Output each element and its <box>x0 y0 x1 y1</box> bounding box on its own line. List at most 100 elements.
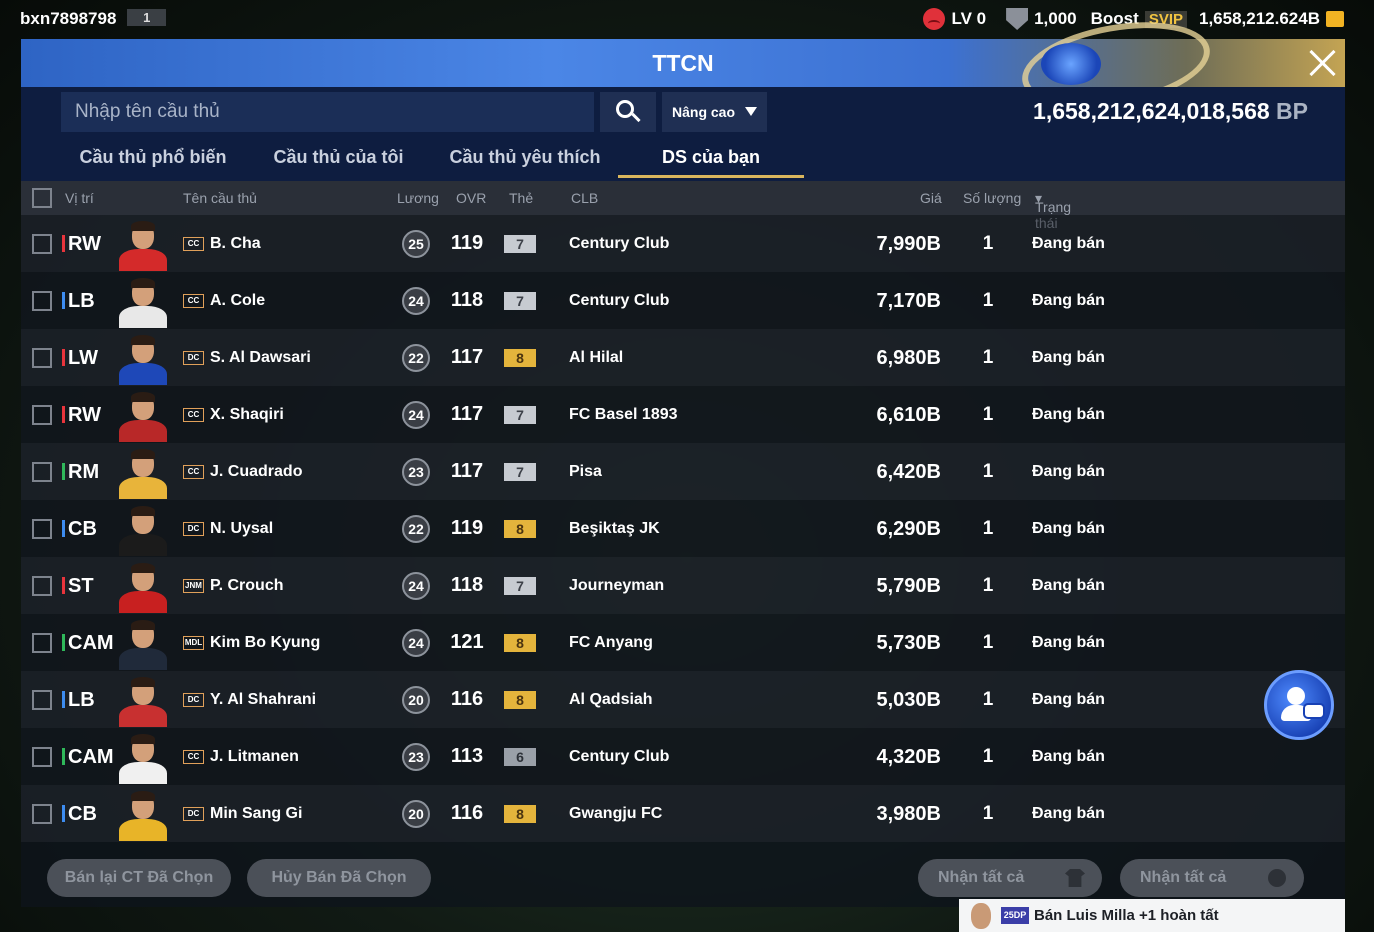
tab-favorite-players[interactable]: Cầu thủ yêu thích <box>441 147 609 168</box>
col-salary[interactable]: Lương <box>397 190 439 206</box>
player-photo[interactable] <box>117 675 169 727</box>
player-name[interactable]: P. Crouch <box>210 577 284 595</box>
player-photo[interactable] <box>117 447 169 499</box>
player-club: Al Qadsiah <box>569 691 653 708</box>
player-photo[interactable] <box>117 333 169 385</box>
chat-button[interactable] <box>1264 670 1334 740</box>
tab-popular-players[interactable]: Cầu thủ phổ biến <box>73 147 233 168</box>
table-row[interactable]: RW CC X. Shaqiri 24 117 7 FC Basel 1893 6,610B 1… <box>21 386 1345 443</box>
row-checkbox[interactable] <box>32 519 52 539</box>
salary-badge: 22 <box>402 344 430 372</box>
listing-quantity: 1 <box>982 632 994 653</box>
row-checkbox[interactable] <box>32 348 52 368</box>
player-name[interactable]: Y. Al Shahrani <box>210 691 316 709</box>
listing-price: 6,610B <box>876 404 942 426</box>
table-row[interactable]: CB DC N. Uysal 22 119 8 Beşiktaş JK 6,290B 1 Đang… <box>21 500 1345 557</box>
position-color-bar <box>62 520 65 537</box>
listing-quantity: 1 <box>982 461 994 482</box>
player-photo[interactable] <box>117 789 169 841</box>
row-checkbox[interactable] <box>32 747 52 767</box>
row-checkbox[interactable] <box>32 804 52 824</box>
window-title: TTCN <box>652 50 714 76</box>
tab-my-listings[interactable]: DS của bạn <box>618 147 804 168</box>
row-checkbox[interactable] <box>32 576 52 596</box>
player-photo[interactable] <box>117 276 169 328</box>
table-row[interactable]: CAM CC J. Litmanen 23 113 6 Century Club 4,320B… <box>21 728 1345 785</box>
row-checkbox[interactable] <box>32 234 52 254</box>
position-color-bar <box>62 748 65 765</box>
player-name[interactable]: S. Al Dawsari <box>210 349 311 367</box>
row-checkbox[interactable] <box>32 690 52 710</box>
row-checkbox[interactable] <box>32 405 52 425</box>
player-photo[interactable] <box>117 561 169 613</box>
player-name[interactable]: A. Cole <box>210 292 265 310</box>
table-row[interactable]: RW CC B. Cha 25 119 7 Century Club 7,990B 1 Đang … <box>21 215 1345 272</box>
player-hair <box>131 449 155 459</box>
player-ovr: 117 <box>450 346 484 368</box>
player-hair <box>131 335 155 345</box>
advanced-filter-dropdown[interactable]: Nâng cao <box>662 92 767 132</box>
salary-badge: 20 <box>402 686 430 714</box>
player-name[interactable]: B. Cha <box>210 235 261 253</box>
table-row[interactable]: CAM MDL Kim Bo Kyung 24 121 8 FC Anyang 5,730B 1… <box>21 614 1345 671</box>
resell-selected-button[interactable]: Bán lại CT Đã Chọn <box>47 859 231 897</box>
col-name[interactable]: Tên cầu thủ <box>183 190 257 206</box>
card-grade-badge: 7 <box>504 406 536 424</box>
season-icon: JNM <box>183 579 204 593</box>
col-status[interactable]: Trạng thái ▾ <box>1035 190 1071 231</box>
season-icon: DC <box>183 351 204 365</box>
row-checkbox[interactable] <box>32 633 52 653</box>
table-row[interactable]: LW DC S. Al Dawsari 22 117 8 Al Hilal 6,980B 1 Đa… <box>21 329 1345 386</box>
player-name[interactable]: X. Shaqiri <box>210 406 284 424</box>
player-name[interactable]: J. Litmanen <box>210 748 299 766</box>
col-position[interactable]: Vị trí <box>65 190 94 206</box>
player-kit <box>119 534 167 556</box>
receive-all-bp-button[interactable]: Nhận tất cả <box>1120 859 1304 897</box>
position-label: RM <box>68 461 100 483</box>
player-photo[interactable] <box>117 219 169 271</box>
player-name[interactable]: Min Sang Gi <box>210 805 302 823</box>
search-row: Nâng cao 1,658,212,624,018,568 BP <box>21 87 1345 135</box>
player-position: CAM <box>62 632 114 655</box>
table-row[interactable]: CB DC Min Sang Gi 20 116 8 Gwangju FC 3,980B 1 Đa… <box>21 785 1345 842</box>
position-color-bar <box>62 349 65 366</box>
player-photo[interactable] <box>117 618 169 670</box>
player-photo[interactable] <box>117 504 169 556</box>
col-grade[interactable]: Thẻ <box>509 190 533 206</box>
row-checkbox[interactable] <box>32 462 52 482</box>
season-icon: CC <box>183 750 204 764</box>
table-row[interactable]: ST JNM P. Crouch 24 118 7 Journeyman 5,790B 1 Đan… <box>21 557 1345 614</box>
player-search-input[interactable] <box>61 92 594 132</box>
listing-quantity: 1 <box>982 347 994 368</box>
col-ovr[interactable]: OVR <box>456 190 486 206</box>
player-position: RM <box>62 461 99 484</box>
player-photo[interactable] <box>117 390 169 442</box>
player-kit <box>119 762 167 784</box>
search-button[interactable] <box>600 92 656 132</box>
player-club: Century Club <box>569 748 670 765</box>
close-icon[interactable] <box>1307 48 1337 78</box>
col-quantity[interactable]: Số lượng <box>963 190 1021 206</box>
position-color-bar <box>62 406 65 423</box>
cancel-selected-button[interactable]: Hủy Bán Đã Chọn <box>247 859 431 897</box>
table-row[interactable]: LB CC A. Cole 24 118 7 Century Club 7,170B 1 Đang… <box>21 272 1345 329</box>
row-checkbox[interactable] <box>32 291 52 311</box>
level-face-icon <box>923 8 946 30</box>
tab-my-players[interactable]: Cầu thủ của tôi <box>261 147 416 168</box>
select-all-checkbox[interactable] <box>32 188 52 208</box>
player-name[interactable]: N. Uysal <box>210 520 273 538</box>
season-badge: 25DP <box>1001 907 1029 924</box>
player-position: LB <box>62 290 95 313</box>
listing-price: 5,030B <box>876 689 942 711</box>
col-club[interactable]: CLB <box>571 190 598 206</box>
table-row[interactable]: RM CC J. Cuadrado 23 117 7 Pisa 6,420B 1 Đang bán <box>21 443 1345 500</box>
player-name[interactable]: J. Cuadrado <box>210 463 302 481</box>
table-row[interactable]: LB DC Y. Al Shahrani 20 116 8 Al Qadsiah 5,030B… <box>21 671 1345 728</box>
listing-quantity: 1 <box>982 689 994 710</box>
listing-quantity: 1 <box>982 575 994 596</box>
col-price[interactable]: Giá <box>920 190 942 206</box>
player-name[interactable]: Kim Bo Kyung <box>210 634 320 652</box>
player-kit <box>119 591 167 613</box>
player-photo[interactable] <box>117 732 169 784</box>
receive-all-players-button[interactable]: Nhận tất cả <box>918 859 1102 897</box>
